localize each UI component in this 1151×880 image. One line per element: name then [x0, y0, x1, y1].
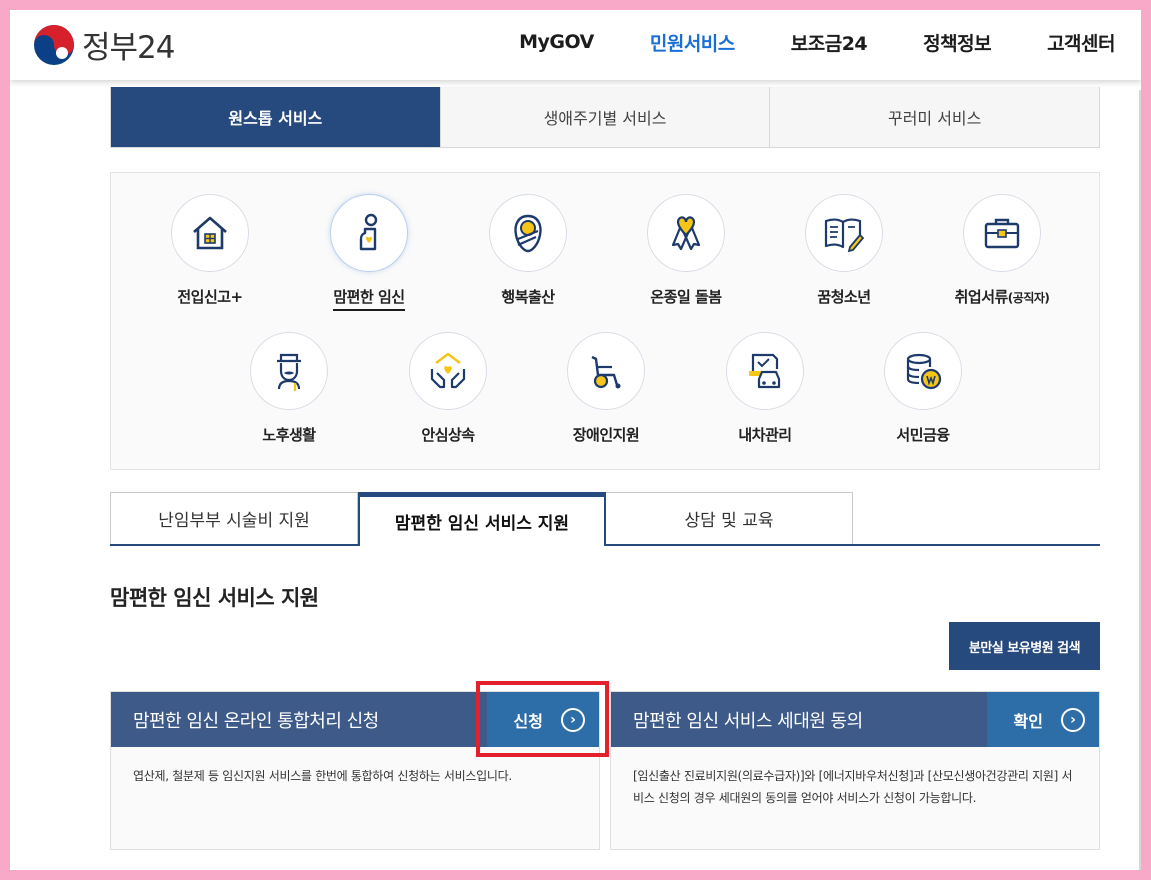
nav-civil-service[interactable]: 민원서비스 [650, 29, 735, 56]
baby-icon [514, 214, 542, 253]
hands-heart-house-icon [430, 352, 466, 389]
elderly-man-icon [277, 353, 301, 391]
card-title: 맘편한 임신 서비스 세대원 동의 [633, 710, 863, 732]
nav-policy-info[interactable]: 정책정보 [923, 29, 991, 56]
nav-subsidy24[interactable]: 보조금24 [791, 29, 868, 56]
briefcase-icon [984, 218, 1020, 249]
service-pregnancy[interactable]: 맘편한 임신 [294, 194, 444, 311]
tab-onestop[interactable]: 원스톱 서비스 [111, 87, 440, 147]
service-label: 온종일 돌봄 [650, 288, 722, 306]
service-label: 노후생활 [262, 426, 316, 444]
tab-infertility-support[interactable]: 난임부부 시술비 지원 [110, 492, 358, 544]
service-finance[interactable]: 서민금융 [848, 332, 998, 445]
taegeuk-logo-icon [34, 24, 74, 65]
service-label: 장애인지원 [572, 426, 640, 444]
scrollbar-track[interactable] [1139, 90, 1141, 870]
chevron-right-icon: › [1061, 707, 1085, 732]
apply-button[interactable]: 신청 › [487, 692, 599, 747]
service-label: 서민금융 [896, 426, 950, 444]
page-title: 맘편한 임신 서비스 지원 [110, 586, 319, 610]
pregnant-woman-icon [359, 213, 378, 251]
card-title: 맘편한 임신 온라인 통합처리 신청 [133, 710, 379, 732]
site-header: 정부24 MyGOV 민원서비스 보조금24 정책정보 고객센터 [10, 10, 1141, 80]
main-nav: MyGOV 민원서비스 보조금24 정책정보 고객센터 [463, 10, 1115, 74]
nav-customer-center[interactable]: 고객센터 [1047, 29, 1115, 56]
card-household-consent: 맘편한 임신 서비스 세대원 동의 확인 › [임신출산 진료비지원(의료수급자… [610, 691, 1100, 850]
service-inheritance[interactable]: 안심상속 [373, 332, 523, 445]
service-label: 내차관리 [738, 426, 792, 444]
ribbon-heart-icon [671, 216, 701, 251]
card-header: 맘편한 임신 온라인 통합처리 신청 신청 › [111, 692, 599, 747]
card-description: 엽산제, 철분제 등 임신지원 서비스를 한번에 통합하여 신청하는 서비스입니… [133, 769, 512, 783]
service-label: 맘편한 임신 [333, 286, 405, 311]
service-label: 취업서류(공직자) [954, 288, 1050, 306]
service-move-in[interactable]: 전입신고+ [135, 194, 285, 307]
service-disability[interactable]: 장애인지원 [531, 332, 681, 445]
service-label: 행복출산 [501, 288, 555, 306]
house-icon [193, 216, 227, 250]
service-icon-grid: 전입신고+ 맘편한 임신 행복출산 온종일 돌봄 꿈청소년 취업서류(공직자) … [110, 172, 1100, 470]
tab-pregnancy-support[interactable]: 맘편한 임신 서비스 지원 [358, 492, 606, 546]
coins-won-icon [906, 353, 942, 390]
service-allday-care[interactable]: 온종일 돌봄 [611, 194, 761, 307]
car-document-icon [749, 353, 781, 389]
tab-counseling-education[interactable]: 상담 및 교육 [605, 492, 853, 544]
card-header: 맘편한 임신 서비스 세대원 동의 확인 › [611, 692, 1099, 747]
service-job-docs[interactable]: 취업서류(공직자) [927, 194, 1077, 307]
service-birth[interactable]: 행복출산 [453, 194, 603, 307]
logo-text: 정부24 [82, 30, 175, 66]
wheelchair-icon [591, 355, 621, 389]
service-label: 전입신고+ [177, 288, 243, 306]
tab-lifecycle[interactable]: 생애주기별 서비스 [439, 87, 770, 147]
book-pencil-icon [824, 218, 865, 253]
service-retirement[interactable]: 노후생활 [214, 332, 364, 445]
card-description: [임신출산 진료비지원(의료수급자)]와 [에너지바우처신청]과 [산모신생아건… [633, 769, 1073, 805]
confirm-button[interactable]: 확인 › [987, 692, 1099, 747]
tab-package[interactable]: 꾸러미 서비스 [769, 87, 1100, 147]
hospital-search-button[interactable]: 분만실 보유병원 검색 [949, 622, 1100, 670]
apply-button-label: 신청 [513, 711, 543, 731]
service-label: 안심상속 [421, 426, 475, 444]
top-tabs: 원스톱 서비스 생애주기별 서비스 꾸러미 서비스 [110, 87, 1100, 148]
chevron-right-icon: › [561, 707, 585, 732]
nav-mygov[interactable]: MyGOV [519, 31, 594, 53]
browser-frame: 정부24 MyGOV 민원서비스 보조금24 정책정보 고객센터 원스톱 서비스… [10, 10, 1141, 870]
confirm-button-label: 확인 [1013, 711, 1043, 731]
service-car[interactable]: 내차관리 [690, 332, 840, 445]
logo[interactable]: 정부24 [32, 22, 175, 67]
sub-tabs: 난임부부 시술비 지원 맘편한 임신 서비스 지원 상담 및 교육 [110, 492, 1100, 546]
service-youth[interactable]: 꿈청소년 [769, 194, 919, 307]
service-label: 꿈청소년 [817, 288, 871, 306]
card-online-application: 맘편한 임신 온라인 통합처리 신청 신청 › 엽산제, 철분제 등 임신지원 … [110, 691, 600, 850]
